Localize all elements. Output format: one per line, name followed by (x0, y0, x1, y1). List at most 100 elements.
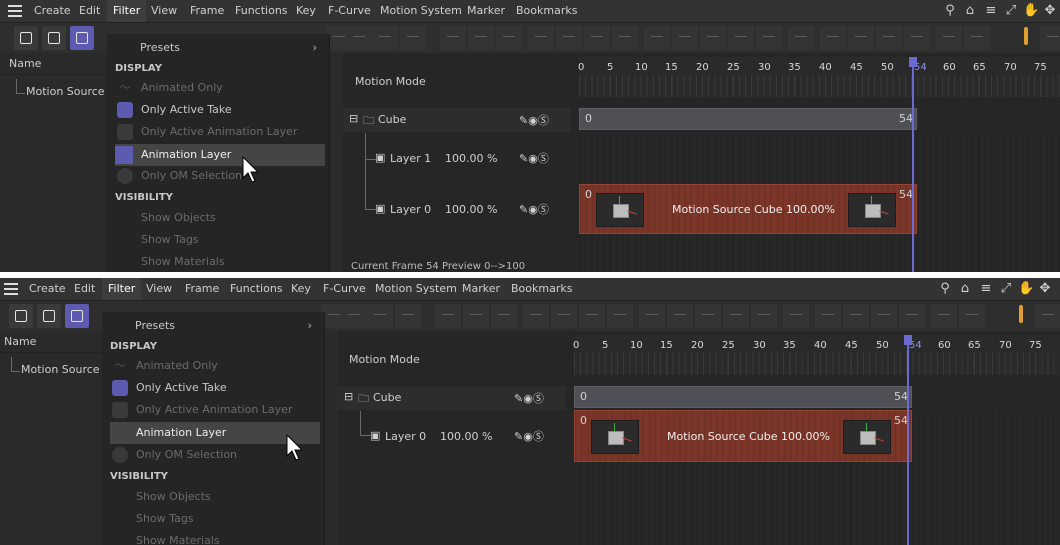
tool-button-2[interactable] (346, 26, 372, 50)
tool-button-12[interactable] (644, 26, 670, 50)
menu-edit[interactable]: Edit (73, 0, 106, 22)
menu-view[interactable]: View (145, 0, 183, 22)
tool-button-12[interactable] (639, 304, 665, 328)
show-objects-item[interactable]: Show Objects (115, 207, 325, 229)
tool-button-17[interactable] (783, 304, 809, 328)
tool-button-13[interactable] (672, 26, 698, 50)
tool-button-9[interactable] (551, 304, 577, 328)
frame-ruler[interactable]: 0 5 10 15 20 25 30 35 40 45 50 54 60 65 … (573, 335, 1060, 375)
animation-layer-item[interactable]: Animation Layer (115, 144, 325, 166)
move-icon[interactable]: ✥ (1037, 281, 1053, 297)
filter-icon[interactable]: ≡ (983, 3, 999, 19)
menu-marker[interactable]: Marker (461, 0, 511, 22)
track-row-cube[interactable]: ⊟ 🗀 Cube ✎◉Ⓢ (343, 108, 571, 132)
tool-button-24[interactable] (1040, 26, 1060, 50)
tool-button-24[interactable] (1035, 304, 1060, 328)
playhead[interactable] (907, 335, 909, 545)
show-objects-item[interactable]: Show Objects (110, 486, 320, 508)
tool-button-21[interactable] (899, 304, 925, 328)
tool-button-10[interactable] (579, 304, 605, 328)
show-tags-item[interactable]: Show Tags (115, 229, 325, 251)
home-icon[interactable]: ⌂ (957, 281, 973, 297)
track-row-layer-0[interactable]: ▣ Layer 0 100.00 % ✎◉Ⓢ (371, 197, 571, 221)
show-materials-item[interactable]: Show Materials (115, 251, 325, 272)
search-icon[interactable]: ⚲ (942, 3, 958, 19)
layer-toggles[interactable]: ✎◉Ⓢ (519, 150, 549, 166)
tool-button-22[interactable] (936, 26, 962, 50)
presets-submenu[interactable]: Presets › (115, 37, 325, 59)
tool-button-14[interactable] (700, 26, 726, 50)
tool-button-3[interactable] (372, 26, 398, 50)
layer-toggles[interactable]: ✎◉Ⓢ (514, 428, 544, 444)
hand-icon[interactable]: ✋ (1023, 3, 1039, 19)
tool-button-18[interactable] (815, 304, 841, 328)
fcurve-mode-button[interactable] (37, 304, 61, 328)
tool-button-15[interactable] (728, 26, 754, 50)
layer-weight[interactable]: 100.00 % (445, 152, 497, 165)
motion-mode-button[interactable] (65, 304, 89, 328)
only-active-take-item[interactable]: Only Active Take (115, 99, 325, 121)
menu-edit[interactable]: Edit (68, 278, 101, 300)
dopesheet-mode-button[interactable] (9, 304, 33, 328)
animated-only-item[interactable]: 〜 Animated Only (115, 77, 325, 99)
hamburger-menu-icon[interactable] (4, 283, 18, 295)
tool-button-2[interactable] (341, 304, 367, 328)
tool-button-14[interactable] (695, 304, 721, 328)
tool-button-4[interactable] (395, 304, 421, 328)
filter-icon[interactable]: ≡ (978, 281, 994, 297)
object-item-motion-source[interactable]: Motion Source C (26, 85, 116, 98)
menu-key[interactable]: Key (285, 278, 317, 300)
menu-motion-system[interactable]: Motion System (374, 0, 468, 22)
pin-icon[interactable] (1019, 305, 1023, 323)
tool-button-8[interactable] (523, 304, 549, 328)
tool-button-10[interactable] (584, 26, 610, 50)
tool-button-19[interactable] (843, 304, 869, 328)
motion-clip[interactable]: 0 54 Motion Source Cube 100.00% (579, 184, 917, 234)
tool-button-8[interactable] (528, 26, 554, 50)
hand-icon[interactable]: ✋ (1018, 281, 1034, 297)
layer-weight[interactable]: 100.00 % (445, 203, 497, 216)
menu-create[interactable]: Create (28, 0, 77, 22)
tool-button-17[interactable] (788, 26, 814, 50)
animated-only-item[interactable]: 〜 Animated Only (110, 355, 320, 377)
tool-button-5[interactable] (440, 26, 466, 50)
layer-weight[interactable]: 100.00 % (440, 430, 492, 443)
tool-button-11[interactable] (607, 304, 633, 328)
menu-frame[interactable]: Frame (179, 278, 225, 300)
tool-button-6[interactable] (463, 304, 489, 328)
only-active-take-item[interactable]: Only Active Take (110, 377, 320, 399)
menu-marker[interactable]: Marker (456, 278, 506, 300)
track-toggles[interactable]: ✎◉Ⓢ (514, 390, 544, 406)
track-toggles[interactable]: ✎◉Ⓢ (519, 112, 549, 128)
track-row-cube[interactable]: ⊟ 🗀 Cube ✎◉Ⓢ (338, 386, 566, 410)
tool-button-21[interactable] (904, 26, 930, 50)
tool-button-7[interactable] (496, 26, 522, 50)
tool-button-18[interactable] (820, 26, 846, 50)
tool-button-13[interactable] (667, 304, 693, 328)
pin-icon[interactable] (1024, 27, 1028, 45)
fcurve-mode-button[interactable] (42, 26, 66, 50)
home-icon[interactable]: ⌂ (962, 3, 978, 19)
menu-filter[interactable]: Filter (102, 278, 142, 300)
cube-object-bar[interactable]: 0 54 (579, 108, 917, 130)
show-materials-item[interactable]: Show Materials (110, 530, 320, 545)
name-column-header[interactable]: Name (0, 53, 110, 75)
presets-submenu[interactable]: Presets › (110, 315, 320, 337)
motion-mode-button[interactable] (70, 26, 94, 50)
tool-button-7[interactable] (491, 304, 517, 328)
tool-button-15[interactable] (723, 304, 749, 328)
tool-button-16[interactable] (751, 304, 777, 328)
tool-button-4[interactable] (400, 26, 426, 50)
dopesheet-mode-button[interactable] (14, 26, 38, 50)
menu-f-curve[interactable]: F-Curve (317, 278, 372, 300)
hamburger-menu-icon[interactable] (8, 5, 22, 17)
tool-button-20[interactable] (871, 304, 897, 328)
menu-functions[interactable]: Functions (224, 278, 289, 300)
menu-f-curve[interactable]: F-Curve (322, 0, 377, 22)
only-active-animation-layer-item[interactable]: Only Active Animation Layer (115, 121, 325, 143)
cube-object-bar[interactable]: 0 54 (574, 386, 912, 408)
object-item-motion-source[interactable]: Motion Source C (21, 363, 111, 376)
menu-functions[interactable]: Functions (229, 0, 294, 22)
expand-icon[interactable]: ⤢ (998, 281, 1014, 297)
menu-filter[interactable]: Filter (107, 0, 147, 22)
